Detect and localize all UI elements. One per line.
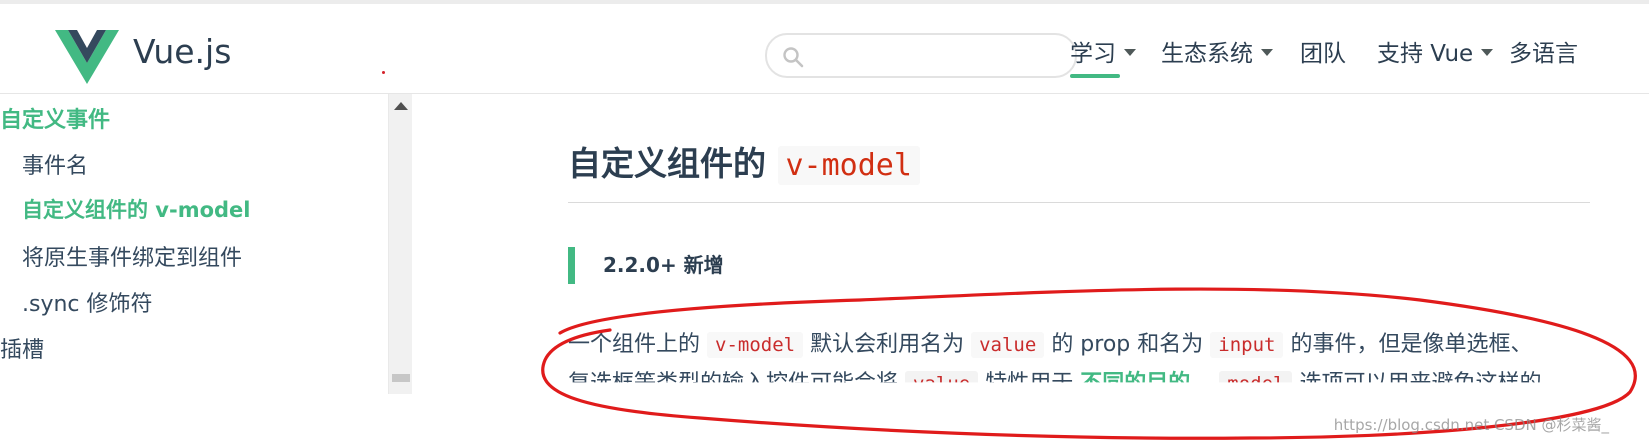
sidebar-scrollbar[interactable] [388,94,412,394]
sidebar-item-event-names[interactable]: 事件名 [22,148,88,180]
nav-learn-label: 学习 [1070,41,1116,67]
nav-active-indicator [1070,74,1120,78]
nav-languages-label: 多语言 [1509,41,1578,67]
nav-ecosystem[interactable]: 生态系统 [1161,34,1273,68]
nav-team-label: 团队 [1300,41,1346,67]
chevron-down-icon [1261,49,1273,56]
sidebar-item-native-events[interactable]: 将原生事件绑定到组件 [22,240,242,272]
para-text: 选项可以用来避免这样的 [1299,371,1542,396]
intro-paragraph-line2: 复选框等类型的输入控件可能会将 value 特性用于 不同的目的。 model … [568,368,1542,396]
annotation-dot [382,71,385,74]
search-input[interactable] [811,41,1061,71]
inline-link[interactable]: 不同的目的 [1080,371,1190,382]
nav-support-label: 支持 Vue [1377,41,1474,67]
inline-code: value [905,371,979,383]
sidebar-item-sync-modifier[interactable]: .sync 修饰符 [22,286,153,318]
vue-logo-icon[interactable] [55,30,119,84]
para-text: 。 [1190,371,1213,396]
heading-divider [568,202,1590,203]
scroll-up-arrow-icon[interactable] [394,102,408,110]
sidebar-item-v-model[interactable]: 自定义组件的 v-model [22,194,251,224]
nav-team[interactable]: 团队 [1300,34,1346,68]
brand-name[interactable]: Vue.js [133,32,231,71]
chevron-down-icon [1481,49,1494,56]
para-text: 默认会利用名为 [810,332,965,357]
page-title-text: 自定义组件的 [568,144,766,183]
search-box[interactable] [765,33,1077,78]
nav-languages[interactable]: 多语言 [1509,34,1578,68]
para-text: 一个组件上的 [568,332,701,357]
page-title: 自定义组件的 v-model [568,137,920,185]
intro-paragraph: 一个组件上的 v-model 默认会利用名为 value 的 prop 和名为 … [568,329,1532,361]
sidebar: 自定义事件 事件名 自定义组件的 v-model 将原生事件绑定到组件 .syn… [0,94,388,394]
page-title-code: v-model [777,146,920,185]
para-text: 的事件，但是像单选框、 [1290,332,1533,357]
para-text: 复选框等类型的输入控件可能会将 [568,371,899,396]
inline-code: model [1219,371,1293,383]
search-icon [783,47,804,68]
chevron-down-icon [1124,49,1136,56]
main-content: 自定义组件的 v-model 2.2.0+ 新增 一个组件上的 v-model … [412,94,1649,441]
para-text: 的 prop 和名为 [1051,332,1204,357]
version-tip: 2.2.0+ 新增 [568,247,724,284]
scroll-thumb[interactable] [392,374,410,382]
nav-learn[interactable]: 学习 [1070,34,1136,78]
inline-code: input [1210,332,1284,358]
watermark: https://blog.csdn.net CSDN @杉菜酱_ [1333,416,1609,434]
sidebar-item-custom-events[interactable]: 自定义事件 [0,102,110,134]
inline-code: v-model [707,332,804,358]
nav-support[interactable]: 支持 Vue [1377,34,1494,68]
top-header: Vue.js 学习 生态系统 团队 支持 Vue 多语言 [0,0,1649,94]
nav-ecosystem-label: 生态系统 [1161,41,1253,67]
inline-code: value [971,332,1045,358]
para-text: 特性用于 [985,371,1074,396]
sidebar-item-slots[interactable]: 插槽 [0,332,44,364]
